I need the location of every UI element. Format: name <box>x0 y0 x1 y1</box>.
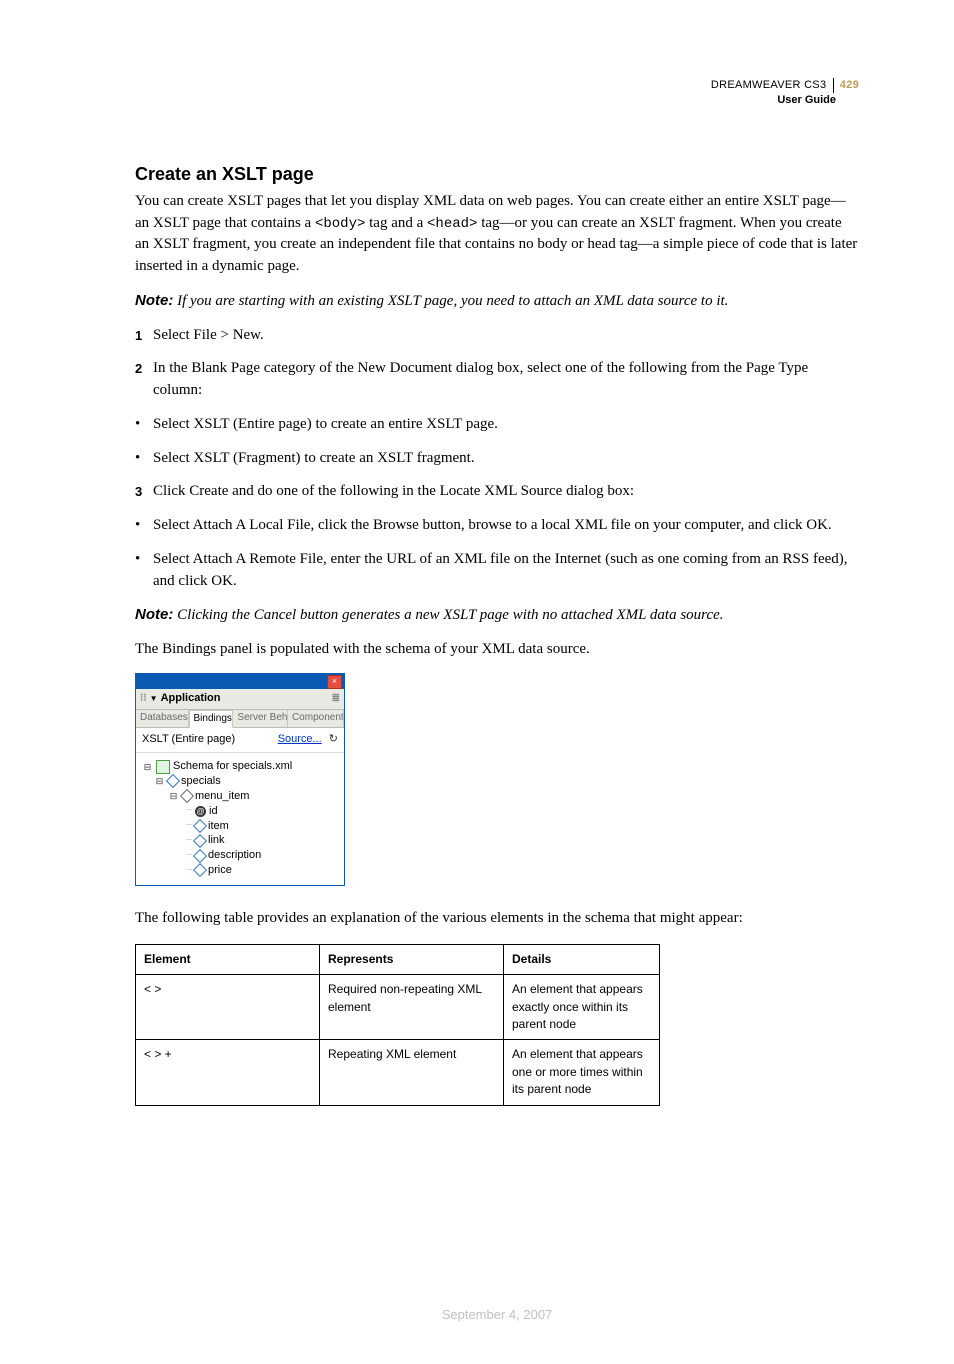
tab-databases[interactable]: Databases <box>136 710 189 728</box>
col-details: Details <box>504 944 660 974</box>
step-2: 2 In the Blank Page category of the New … <box>135 358 859 402</box>
panel-tabs: Databases Bindings Server Beh Component <box>136 710 344 729</box>
schema-elements-table: Element Represents Details < > Required … <box>135 944 660 1106</box>
schema-tree[interactable]: ⊟Schema for specials.xml ⊟specials ⊟menu… <box>136 753 344 885</box>
page-header: DREAMWEAVER CS3 429 User Guide <box>135 78 859 109</box>
note-text: If you are starting with an existing XSL… <box>173 293 728 309</box>
tab-server-behaviors[interactable]: Server Beh <box>233 710 288 728</box>
bullet-2-text: Select XSLT (Fragment) to create an XSLT… <box>153 448 859 470</box>
tree-item[interactable]: item <box>208 819 229 834</box>
tree-root[interactable]: Schema for specials.xml <box>173 759 292 774</box>
bullet-3: • Select Attach A Local File, click the … <box>135 515 859 537</box>
element-icon <box>193 863 207 877</box>
step-3: 3 Click Create and do one of the followi… <box>135 481 859 503</box>
bullet-3-text: Select Attach A Local File, click the Br… <box>153 515 859 537</box>
step-1: 1 Select File > New. <box>135 325 859 347</box>
panel-titlebar[interactable]: × <box>136 674 344 689</box>
note-text-2: Clicking the Cancel button generates a n… <box>173 607 723 623</box>
after-panel-text: The Bindings panel is populated with the… <box>135 639 859 661</box>
step-3-text: Click Create and do one of the following… <box>153 481 859 503</box>
tree-price[interactable]: price <box>208 863 232 878</box>
xml-file-icon <box>156 760 170 774</box>
bullet-1-text: Select XSLT (Entire page) to create an e… <box>153 414 859 436</box>
section-heading: Create an XSLT page <box>135 164 859 185</box>
cell-details-1: An element that appears exactly once wit… <box>504 975 660 1040</box>
tree-id[interactable]: id <box>209 804 218 819</box>
element-icon <box>193 834 207 848</box>
footer-date: September 4, 2007 <box>135 1306 859 1325</box>
product-name: DREAMWEAVER CS3 <box>711 79 827 91</box>
tree-menu-item[interactable]: menu_item <box>195 789 249 804</box>
refresh-icon[interactable]: ↻ <box>329 733 338 745</box>
table-row: < > + Repeating XML element An element t… <box>136 1040 660 1105</box>
intro-text-b: tag and a <box>365 215 427 231</box>
step-2-text: In the Blank Page category of the New Do… <box>153 358 859 402</box>
cell-details-2: An element that appears one or more time… <box>504 1040 660 1105</box>
panel-group-header[interactable]: ⁞⁞▼Application ≣ <box>136 689 344 710</box>
cell-element-2: < > + <box>136 1040 320 1105</box>
repeating-element-icon <box>180 789 194 803</box>
step-1-text: Select File > New. <box>153 325 859 347</box>
tab-components[interactable]: Component <box>288 710 344 728</box>
intro-paragraph: You can create XSLT pages that let you d… <box>135 191 859 278</box>
table-caption: The following table provides an explanat… <box>135 908 859 930</box>
table-header-row: Element Represents Details <box>136 944 660 974</box>
bullet-4-text: Select Attach A Remote File, enter the U… <box>153 549 859 593</box>
close-icon[interactable]: × <box>327 675 342 689</box>
cell-represents-2: Repeating XML element <box>320 1040 504 1105</box>
source-link[interactable]: Source... <box>278 733 322 745</box>
panel-subbar: XSLT (Entire page) Source... ↻ <box>136 728 344 753</box>
bindings-panel: × ⁞⁞▼Application ≣ Databases Bindings Se… <box>135 673 345 886</box>
tree-link[interactable]: link <box>208 833 225 848</box>
panel-group-label: Application <box>161 692 221 704</box>
bullet-2: • Select XSLT (Fragment) to create an XS… <box>135 448 859 470</box>
xslt-type-label: XSLT (Entire page) <box>142 732 235 748</box>
tab-bindings[interactable]: Bindings <box>189 710 234 729</box>
col-represents: Represents <box>320 944 504 974</box>
note-label: Note: <box>135 292 173 309</box>
attribute-icon: @ <box>195 806 206 817</box>
cell-element-1: < > <box>136 975 320 1040</box>
bullet-1: • Select XSLT (Entire page) to create an… <box>135 414 859 436</box>
tree-description[interactable]: description <box>208 848 261 863</box>
element-icon <box>193 849 207 863</box>
page-number: 429 <box>833 78 859 93</box>
note-label-2: Note: <box>135 606 173 623</box>
element-icon <box>193 819 207 833</box>
col-element: Element <box>136 944 320 974</box>
note-2: Note: Clicking the Cancel button generat… <box>135 604 859 627</box>
tree-specials[interactable]: specials <box>181 774 221 789</box>
cell-represents-1: Required non-repeating XML element <box>320 975 504 1040</box>
code-body-tag: <body> <box>315 216 365 232</box>
doc-subtitle: User Guide <box>777 94 836 106</box>
panel-menu-icon[interactable]: ≣ <box>332 692 340 707</box>
table-row: < > Required non-repeating XML element A… <box>136 975 660 1040</box>
element-icon <box>166 774 180 788</box>
note-1: Note: If you are starting with an existi… <box>135 290 859 313</box>
code-head-tag: <head> <box>427 216 477 232</box>
bullet-4: • Select Attach A Remote File, enter the… <box>135 549 859 593</box>
